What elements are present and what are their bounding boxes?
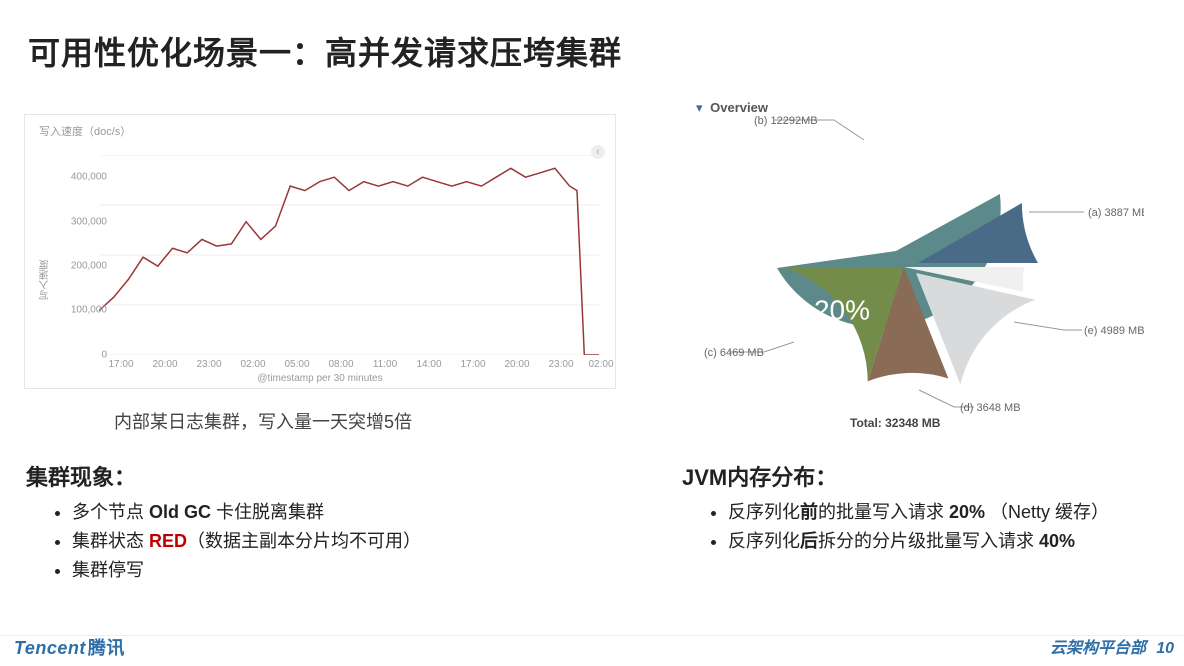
- right-bullet-1: 反序列化前的批量写入请求 20% （Netty 缓存）: [728, 498, 1172, 524]
- left-text-block: 集群现象： 多个节点 Old GC 卡住脱离集群 集群状态 RED（数据主副本分…: [26, 460, 586, 585]
- line-chart-title: 写入速度（doc/s）: [39, 123, 131, 139]
- pie-label-c: (c) 6469 MB: [704, 347, 764, 359]
- right-bullet-2: 反序列化后拆分的分片级批量写入请求 40%: [728, 527, 1172, 553]
- footer: Tencent腾讯 云架构平台部 10: [0, 636, 1184, 660]
- pie-pct-b: 40%: [843, 194, 899, 225]
- line-chart-caption: 内部某日志集群，写入量一天突增5倍: [114, 408, 412, 434]
- pie-chart-svg: 40% 20% (b) 12292MB (a) 3887 MB (c) 6469…: [704, 112, 1144, 422]
- pie-label-b: (b) 12292MB: [754, 115, 818, 127]
- slide-title: 可用性优化场景一：高并发请求压垮集群: [28, 28, 622, 74]
- left-bullet-1: 多个节点 Old GC 卡住脱离集群: [72, 498, 586, 524]
- pie-total: Total: 32348 MB: [850, 416, 940, 430]
- line-chart-xlabel: @timestamp per 30 minutes: [25, 373, 615, 384]
- dropdown-arrow-icon: ▾: [696, 100, 703, 115]
- pie-pct-c: 20%: [814, 294, 870, 325]
- left-bullet-3: 集群停写: [72, 556, 586, 582]
- line-chart-svg: [99, 155, 599, 355]
- left-bullet-2: 集群状态 RED（数据主副本分片均不可用）: [72, 527, 586, 553]
- pie-label-e: (e) 4989 MB: [1084, 325, 1144, 337]
- right-heading: JVM内存分布：: [682, 460, 1172, 492]
- line-chart-box: 写入速度（doc/s） 写入速度 ‹ 0 100,000 200,: [24, 114, 616, 389]
- pie-label-d: (d) 3648 MB: [960, 402, 1021, 414]
- pie-label-a: (a) 3887 MB: [1088, 207, 1144, 219]
- left-heading: 集群现象：: [26, 460, 586, 492]
- page-number: 10: [1156, 640, 1174, 658]
- right-text-block: JVM内存分布： 反序列化前的批量写入请求 20% （Netty 缓存） 反序列…: [682, 460, 1172, 556]
- footer-dept: 云架构平台部: [1050, 634, 1146, 658]
- tencent-logo: Tencent腾讯: [14, 634, 125, 660]
